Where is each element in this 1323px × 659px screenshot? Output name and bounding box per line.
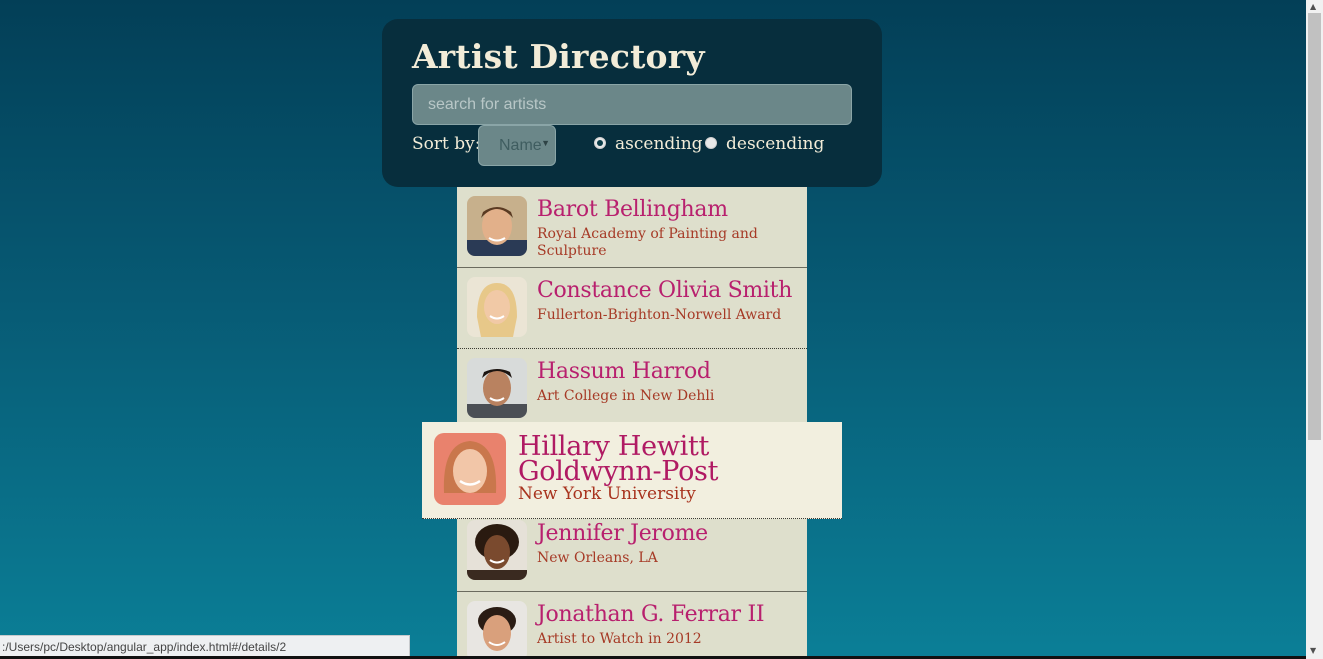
artist-name: Barot Bellingham (537, 197, 728, 222)
status-bar: :/Users/pc/Desktop/angular_app/index.htm… (0, 635, 410, 657)
artist-org: New York University (518, 484, 696, 504)
sort-label: Sort by: (412, 134, 481, 154)
artist-org: Artist to Watch in 2012 (537, 631, 702, 647)
artist-name: Hassum Harrod (537, 359, 711, 384)
artist-org: Art College in New Dehli (537, 388, 715, 404)
artist-org: Fullerton-Brighton-Norwell Award (537, 307, 782, 323)
artist-org: Royal Academy of Painting and Sculpture (537, 226, 758, 259)
sort-controls: Sort by: Name ▼ ascending descending (412, 124, 852, 166)
search-input[interactable] (412, 84, 852, 125)
artist-item[interactable]: Barot Bellingham Royal Academy of Painti… (457, 187, 807, 268)
page-title: Artist Directory (412, 37, 705, 76)
scroll-up-icon[interactable]: ▲ (1310, 2, 1316, 11)
artist-avatar (467, 520, 527, 580)
artist-item[interactable]: Hassum Harrod Art College in New Dehli (457, 349, 807, 430)
descending-label[interactable]: descending (726, 134, 824, 154)
sort-by-value: Name (499, 137, 542, 154)
artist-avatar (467, 601, 527, 659)
sort-by-select[interactable]: Name ▼ (478, 125, 556, 166)
descending-radio[interactable] (705, 137, 717, 149)
chevron-down-icon: ▼ (541, 138, 550, 148)
artist-item[interactable]: Jonathan G. Ferrar II Artist to Watch in… (457, 592, 807, 659)
status-url: :/Users/pc/Desktop/angular_app/index.htm… (2, 640, 287, 654)
artist-name: Jonathan G. Ferrar II (537, 602, 765, 627)
search-panel: Artist Directory Sort by: Name ▼ ascendi… (382, 19, 882, 187)
artist-avatar (467, 277, 527, 337)
artist-name: Hillary Hewitt Goldwynn-Post (518, 431, 719, 487)
ascending-radio[interactable] (594, 137, 606, 149)
artist-name: Constance Olivia Smith (537, 278, 793, 303)
artist-item[interactable]: Jennifer Jerome New Orleans, LA (457, 511, 807, 592)
vertical-scrollbar[interactable]: ▲ ▼ (1306, 0, 1323, 659)
artist-org: New Orleans, LA (537, 550, 658, 566)
ascending-label[interactable]: ascending (615, 134, 703, 154)
artist-item-hovered[interactable]: Hillary Hewitt Goldwynn-Post New York Un… (422, 422, 842, 519)
artist-avatar (434, 433, 506, 505)
scroll-down-icon[interactable]: ▼ (1310, 646, 1316, 655)
artist-avatar (467, 358, 527, 418)
artist-avatar (467, 196, 527, 256)
scrollbar-thumb[interactable] (1308, 13, 1321, 440)
artist-name: Jennifer Jerome (537, 521, 708, 546)
artist-item[interactable]: Constance Olivia Smith Fullerton-Brighto… (457, 268, 807, 349)
